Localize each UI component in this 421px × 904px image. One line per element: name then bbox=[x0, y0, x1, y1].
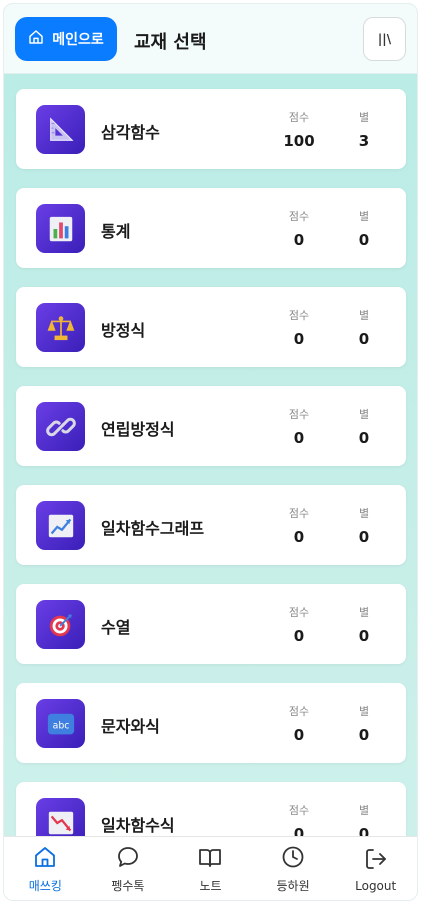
textbook-card[interactable]: 연립방정식 점수 0 별 0 bbox=[16, 386, 406, 466]
app-frame: 메인으로 교재 선택 ||\ 삼각함수 점수 100 별 3 통계 점수 0 별… bbox=[3, 3, 418, 901]
star-value: 0 bbox=[358, 528, 370, 546]
score-value: 0 bbox=[293, 330, 305, 348]
balance-scale-icon bbox=[36, 303, 85, 352]
nav-label: 노트 bbox=[199, 879, 222, 893]
chat-bubble-icon bbox=[116, 845, 140, 872]
nav-item-home[interactable]: 매쓰킹 bbox=[4, 837, 87, 900]
bottom-nav: 매쓰킹 펭수톡 노트 등하원 Logout bbox=[4, 836, 417, 900]
score-value: 0 bbox=[293, 528, 305, 546]
star-label: 별 bbox=[358, 507, 370, 520]
nav-label: 등하원 bbox=[276, 879, 310, 893]
book-open-icon bbox=[198, 845, 222, 872]
textbook-card[interactable]: 수열 점수 0 별 0 bbox=[16, 584, 406, 664]
star-value: 0 bbox=[358, 231, 370, 249]
score-label: 점수 bbox=[288, 804, 310, 817]
nav-label: 펭수톡 bbox=[111, 879, 145, 893]
nav-item-chat[interactable]: 펭수톡 bbox=[87, 837, 170, 900]
textbook-card[interactable]: 일차함수그래프 점수 0 별 0 bbox=[16, 485, 406, 565]
score-value: 100 bbox=[283, 132, 315, 150]
main-menu-button-label: 메인으로 bbox=[52, 32, 104, 48]
star-value: 0 bbox=[358, 627, 370, 645]
score-label: 점수 bbox=[288, 111, 310, 124]
home-icon bbox=[33, 845, 57, 872]
textbook-card[interactable]: 삼각함수 점수 100 별 3 bbox=[16, 89, 406, 169]
score-label: 점수 bbox=[288, 309, 310, 322]
library-button[interactable]: ||\ bbox=[363, 17, 406, 61]
textbook-title: 수열 bbox=[101, 618, 131, 637]
textbook-card[interactable]: abc 문자와식 점수 0 별 0 bbox=[16, 683, 406, 763]
star-label: 별 bbox=[358, 111, 370, 124]
score-label: 점수 bbox=[288, 606, 310, 619]
textbook-title: 통계 bbox=[101, 222, 131, 241]
score-value: 0 bbox=[293, 726, 305, 744]
star-value: 0 bbox=[358, 429, 370, 447]
star-label: 별 bbox=[358, 804, 370, 817]
score-value: 0 bbox=[293, 627, 305, 645]
score-value: 0 bbox=[293, 429, 305, 447]
textbook-card[interactable]: 통계 점수 0 별 0 bbox=[16, 188, 406, 268]
textbook-card[interactable]: 방정식 점수 0 별 0 bbox=[16, 287, 406, 367]
abc-icon: abc bbox=[36, 699, 85, 748]
page-title: 교재 선택 bbox=[134, 32, 207, 53]
star-label: 별 bbox=[358, 408, 370, 421]
star-label: 별 bbox=[358, 210, 370, 223]
link-icon bbox=[36, 402, 85, 451]
textbook-title: 일차함수그래프 bbox=[101, 519, 205, 538]
score-label: 점수 bbox=[288, 210, 310, 223]
target-icon bbox=[36, 600, 85, 649]
textbook-title: 일차함수식 bbox=[101, 816, 175, 835]
nav-item-logout[interactable]: Logout bbox=[334, 837, 417, 900]
svg-text:abc: abc bbox=[52, 720, 69, 731]
textbook-title: 방정식 bbox=[101, 321, 146, 340]
score-label: 점수 bbox=[288, 507, 310, 520]
score-label: 점수 bbox=[288, 408, 310, 421]
textbook-title: 연립방정식 bbox=[101, 420, 175, 439]
textbook-title: 문자와식 bbox=[101, 717, 160, 736]
nav-label: 매쓰킹 bbox=[28, 879, 62, 893]
clock-icon bbox=[281, 845, 305, 872]
star-label: 별 bbox=[358, 309, 370, 322]
nav-label: Logout bbox=[355, 878, 397, 893]
logout-icon bbox=[364, 847, 388, 874]
textbook-title: 삼각함수 bbox=[101, 123, 160, 142]
star-value: 0 bbox=[358, 330, 370, 348]
bar-chart-icon bbox=[36, 204, 85, 253]
line-chart-up-icon bbox=[36, 501, 85, 550]
header: 메인으로 교재 선택 ||\ bbox=[4, 4, 417, 74]
star-label: 별 bbox=[358, 705, 370, 718]
triangle-ruler-icon bbox=[36, 105, 85, 154]
main-menu-button[interactable]: 메인으로 bbox=[15, 17, 117, 61]
nav-item-notes[interactable]: 노트 bbox=[169, 837, 252, 900]
star-value: 3 bbox=[358, 132, 370, 150]
nav-item-attendance[interactable]: 등하원 bbox=[252, 837, 335, 900]
home-icon bbox=[28, 29, 44, 49]
score-value: 0 bbox=[293, 231, 305, 249]
score-label: 점수 bbox=[288, 705, 310, 718]
star-value: 0 bbox=[358, 726, 370, 744]
star-label: 별 bbox=[358, 606, 370, 619]
